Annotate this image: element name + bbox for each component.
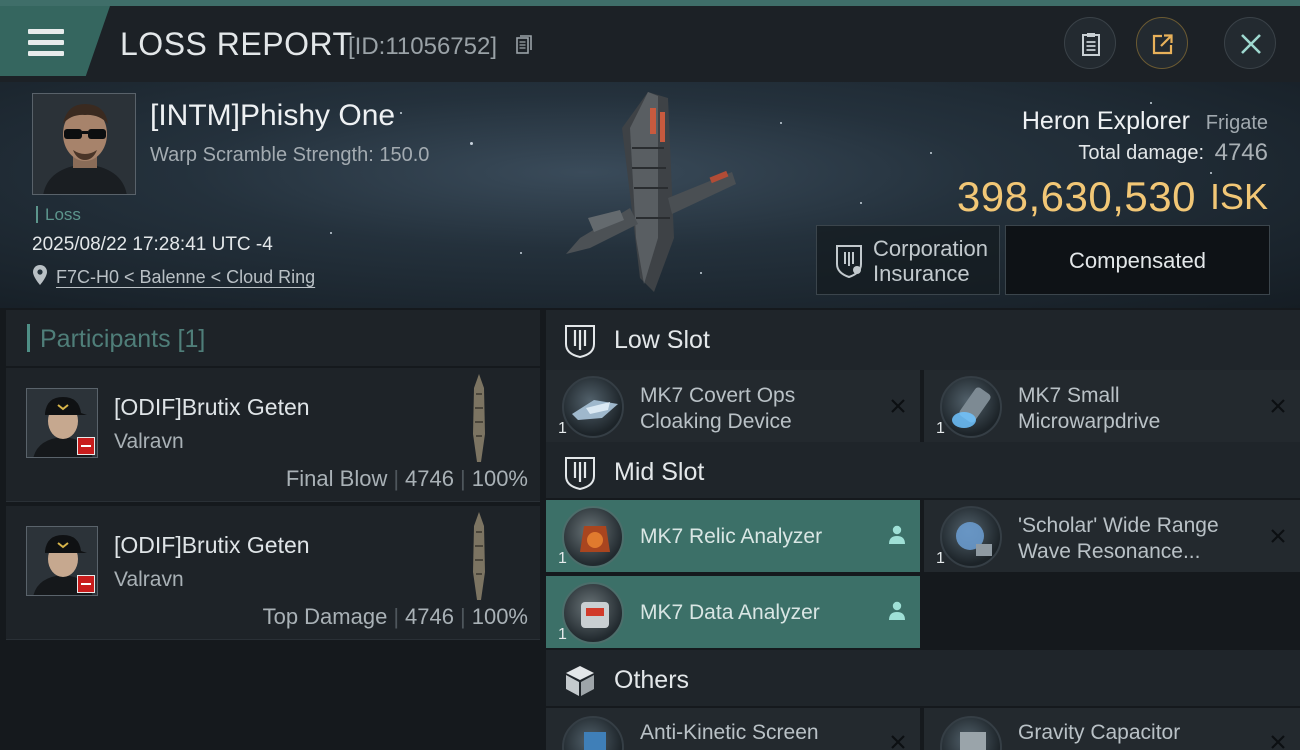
corporation-insurance-label: Corporation Insurance xyxy=(873,236,988,286)
ship-name[interactable]: Heron Explorer xyxy=(1022,107,1190,136)
gravity-capacitor-icon xyxy=(940,716,1002,750)
close-button[interactable] xyxy=(1224,17,1276,69)
low-slot-header: Low Slot xyxy=(546,310,1300,370)
destroyed-x-icon xyxy=(1271,399,1285,413)
participant-avatar xyxy=(26,526,98,596)
module-name: Anti-Kinetic Screen xyxy=(640,721,819,744)
module-quantity: 1 xyxy=(936,550,945,567)
mid-slot-icon xyxy=(565,457,595,490)
data-analyzer-icon xyxy=(562,582,624,644)
hamburger-icon xyxy=(28,29,64,57)
destroyed-x-icon xyxy=(891,399,905,413)
share-button[interactable] xyxy=(1136,17,1188,69)
participant-percent: 100% xyxy=(471,604,528,629)
module-name: MK7 Covert Ops Cloaking Device xyxy=(640,384,796,433)
participant-row[interactable]: [ODIF]Brutix Geten Valravn Final Blow | 47… xyxy=(6,368,540,502)
covert-ops-cloak-icon xyxy=(562,376,624,438)
participant-role: Final Blow xyxy=(285,466,388,491)
module-card[interactable]: 1 MK7 Relic Analyzer xyxy=(546,500,920,572)
separator: | xyxy=(393,604,400,629)
clipboard-icon xyxy=(1082,33,1100,56)
module-card[interactable]: 1 'Scholar' Wide Range Wave Resonance... xyxy=(924,500,1300,572)
participant-corp: Valravn xyxy=(114,568,184,591)
module-quantity: 1 xyxy=(558,420,567,437)
separator: | xyxy=(460,604,466,629)
loss-timestamp: 2025/08/22 17:28:41 UTC -4 xyxy=(32,234,273,255)
module-quantity: 1 xyxy=(558,550,567,567)
module-name: MK7 Small Microwarpdrive xyxy=(1018,384,1161,433)
participant-name[interactable]: [ODIF]Brutix Geten xyxy=(114,532,310,559)
compensated-button[interactable]: Compensated xyxy=(1005,225,1270,295)
isk-unit: ISK xyxy=(1209,176,1268,217)
hostile-badge xyxy=(77,575,95,593)
participant-stats: Top Damage | 4746 | 100% xyxy=(263,604,528,630)
victim-avatar xyxy=(33,94,135,194)
participants-accent-bar xyxy=(27,324,30,352)
participants-title: Participants [1] xyxy=(40,325,206,353)
share-icon xyxy=(1152,34,1173,55)
separator: | xyxy=(393,466,400,491)
module-quantity: 1 xyxy=(558,626,567,643)
module-name: 'Scholar' Wide Range Wave Resonance... xyxy=(1018,514,1219,563)
ship-class: Frigate xyxy=(1205,112,1268,134)
module-card[interactable]: 1 MK7 Covert Ops Cloaking Device xyxy=(546,370,920,442)
participant-ship-icon xyxy=(473,374,485,462)
module-card[interactable]: 1 MK7 Small Microwarpdrive xyxy=(924,370,1300,442)
isk-value: 398,630,530 xyxy=(956,173,1196,220)
low-slot-icon xyxy=(565,325,595,358)
location-link[interactable]: F7C-H0 < Balenne < Cloud Ring xyxy=(56,267,315,288)
separator: | xyxy=(460,466,466,491)
participant-name[interactable]: [ODIF]Brutix Geten xyxy=(114,394,310,421)
anti-kinetic-screen-icon xyxy=(562,716,624,750)
low-slot-label: Low Slot xyxy=(614,326,710,354)
victim-portrait[interactable] xyxy=(32,93,136,195)
total-damage-label: Total damage: xyxy=(1078,142,1204,164)
destroyed-x-icon xyxy=(1271,529,1285,543)
person-icon xyxy=(889,525,905,544)
participant-ship-icon xyxy=(473,512,485,600)
clipboard-button[interactable] xyxy=(1064,17,1116,69)
module-name: MK7 Relic Analyzer xyxy=(640,525,823,548)
total-damage-value: 4746 xyxy=(1214,139,1268,166)
module-name: MK7 Data Analyzer xyxy=(640,601,820,624)
participant-damage: 4746 xyxy=(405,466,454,491)
corporation-insurance-button[interactable]: Corporation Insurance xyxy=(816,225,1000,295)
mid-slot-header: Mid Slot xyxy=(546,442,1300,498)
destroyed-x-icon xyxy=(1271,735,1285,749)
report-id: [ID:11056752] xyxy=(348,33,498,60)
relic-analyzer-icon xyxy=(562,506,624,568)
others-label: Others xyxy=(614,666,690,694)
top-accent-line xyxy=(0,0,1300,6)
mid-slot-label: Mid Slot xyxy=(614,458,705,486)
warp-scramble-strength: Warp Scramble Strength: 150.0 xyxy=(150,144,430,166)
participant-percent: 100% xyxy=(471,466,528,491)
victim-name[interactable]: [INTM]Phishy One xyxy=(150,99,395,133)
module-card[interactable]: Anti-Kinetic Screen xyxy=(546,708,920,750)
others-header: Others xyxy=(546,650,1300,706)
participant-avatar xyxy=(26,388,98,458)
loss-status-tag: Loss xyxy=(36,206,81,223)
compensated-label: Compensated xyxy=(1069,248,1206,273)
participant-stats: Final Blow | 4746 | 100% xyxy=(286,466,528,492)
participant-role: Top Damage xyxy=(262,604,388,629)
microwarpdrive-icon xyxy=(940,376,1002,438)
location-pin-icon xyxy=(33,265,47,285)
participant-row[interactable]: [ODIF]Brutix Geten Valravn Top Damage | 47… xyxy=(6,506,540,640)
person-icon xyxy=(889,601,905,620)
module-quantity: 1 xyxy=(936,420,945,437)
copy-icon[interactable] xyxy=(516,35,532,55)
module-card[interactable]: 1 MK7 Data Analyzer xyxy=(546,576,920,648)
insurance-shield-icon xyxy=(836,245,862,278)
module-card[interactable]: Gravity Capacitor xyxy=(924,708,1300,750)
close-icon xyxy=(1241,34,1261,54)
participant-damage: 4746 xyxy=(405,604,454,629)
wave-resonance-icon xyxy=(940,506,1002,568)
module-name: Gravity Capacitor xyxy=(1018,721,1181,744)
page-title: LOSS REPORT xyxy=(120,26,353,62)
hostile-badge xyxy=(77,437,95,455)
ship-render xyxy=(566,92,736,292)
destroyed-x-icon xyxy=(891,735,905,749)
participant-corp: Valravn xyxy=(114,430,184,453)
cargo-box-icon xyxy=(566,666,594,696)
